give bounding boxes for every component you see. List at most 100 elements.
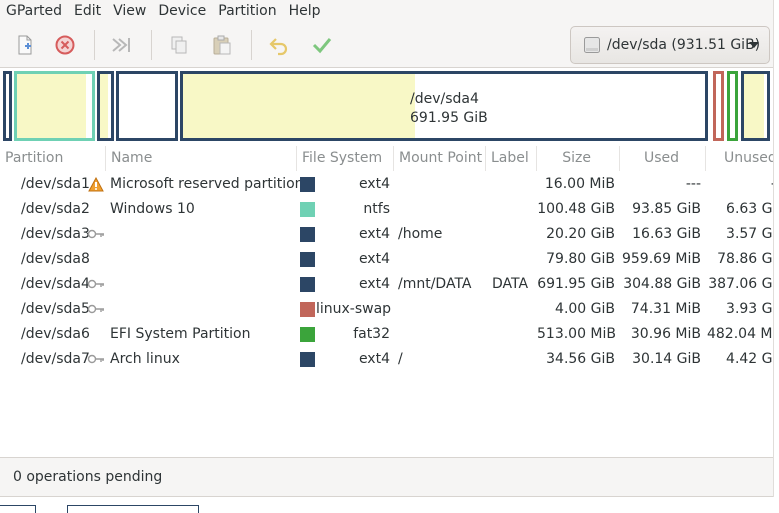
menu-device[interactable]: Device: [152, 0, 212, 22]
table-row[interactable]: /dev/sda8 ext4 79.80 GiB 959.69 MiB 78.86 Gi…: [0, 247, 773, 272]
used-space-fill: [17, 74, 86, 138]
partition-used: 30.96 MiB: [630, 326, 701, 342]
document-new-icon: [18, 35, 32, 55]
column-header-unused[interactable]: Unused: [706, 146, 773, 171]
table-row[interactable]: /dev/sda6 EFI System Partition fat32 513.00…: [0, 322, 773, 347]
menu-help[interactable]: Help: [283, 0, 327, 22]
filesystem-type: ext4: [358, 176, 390, 192]
filesystem-type: ext4: [358, 226, 390, 242]
warning-icon: [88, 177, 104, 192]
toolbar-separator: [151, 30, 152, 60]
column-header-size[interactable]: Size: [537, 146, 620, 171]
status-bar: 0 operations pending: [0, 457, 773, 497]
paste-icon: [213, 35, 231, 55]
table-row[interactable]: /dev/sda3 ext4/home 20.20 GiB 16.63 GiB 3.57…: [0, 222, 773, 247]
column-header-name[interactable]: Name: [106, 146, 297, 171]
filesystem-color-swatch: [300, 352, 315, 367]
key-icon: [87, 304, 104, 314]
table-row[interactable]: /dev/sda2 Windows 10 ntfs 100.48 GiB 93.85 G…: [0, 197, 773, 222]
diskmap-segment-sda1[interactable]: [3, 71, 12, 141]
partition-used: ---: [685, 176, 701, 192]
diskmap-segment-sda8[interactable]: [116, 71, 178, 141]
selected-partition-name: /dev/sda4: [410, 91, 479, 107]
partition-size: 34.56 GiB: [546, 351, 615, 367]
partition-name: Windows 10: [110, 201, 195, 217]
partition-used: 304.88 GiB: [623, 276, 701, 292]
menu-partition[interactable]: Partition: [212, 0, 282, 22]
selected-partition-info: /dev/sda4 691.95 GiB: [410, 90, 488, 128]
column-header-partition[interactable]: Partition: [0, 146, 106, 171]
diskmap-segment-sda4[interactable]: /dev/sda4 691.95 GiB: [180, 71, 708, 141]
table-header: Partition Name File System Mount Point L…: [0, 146, 773, 171]
diskmap-segment-sda2[interactable]: [14, 71, 95, 141]
copy-button[interactable]: [164, 30, 194, 60]
partition-label: DATA: [492, 276, 529, 292]
mount-point: /: [398, 351, 403, 367]
device-selector[interactable]: /dev/sda (931.51 GiB): [570, 26, 770, 64]
partition-path: /dev/sda4: [21, 276, 90, 292]
partition-unused: 3.93 GiB: [726, 301, 773, 317]
delete-circle-icon: [55, 35, 75, 55]
toolbar-separator: [251, 30, 252, 60]
filesystem-type: ntfs: [363, 201, 390, 217]
diskmap-segment-sda7[interactable]: [741, 71, 770, 141]
operations-pending-text: 0 operations pending: [13, 469, 163, 485]
filesystem-type: ext4: [358, 251, 390, 267]
partition-path: /dev/sda5: [21, 301, 90, 317]
diskmap-segment-sda5[interactable]: [713, 71, 724, 141]
filesystem-color-swatch: [300, 177, 315, 192]
new-partition-button[interactable]: [10, 30, 40, 60]
diskmap-segment-sda3[interactable]: [97, 71, 114, 141]
partition-unused: 6.63 GiB: [726, 201, 773, 217]
partition-path: /dev/sda2: [21, 201, 90, 217]
filesystem-color-swatch: [300, 227, 315, 242]
partition-name: EFI System Partition: [110, 326, 251, 342]
column-header-filesystem[interactable]: File System: [297, 146, 394, 171]
paste-button[interactable]: [207, 30, 237, 60]
partition-size: 79.80 GiB: [546, 251, 615, 267]
partition-unused: 3.57 GiB: [726, 226, 773, 242]
partition-used: 74.31 MiB: [630, 301, 701, 317]
menu-view[interactable]: View: [107, 0, 152, 22]
selected-partition-size: 691.95 GiB: [410, 110, 488, 126]
partition-path: /dev/sda3: [21, 226, 90, 242]
filesystem-color-swatch: [300, 277, 315, 292]
diskmap-segment-sda6[interactable]: [727, 71, 738, 141]
filesystem-type: ext4: [358, 276, 390, 292]
checkmark-icon: [312, 38, 332, 54]
table-row[interactable]: /dev/sda7 Arch linux ext4 / 34.56 GiB 30.14 G…: [0, 347, 773, 372]
partition-used: 959.69 MiB: [621, 251, 701, 267]
copy-icon: [171, 36, 187, 54]
toolbar-separator: [94, 30, 95, 60]
table-row[interactable]: /dev/sda1 Microsoft reserved partition ext…: [0, 172, 773, 197]
column-header-label[interactable]: Label: [486, 146, 537, 171]
partition-size: 4.00 GiB: [555, 301, 615, 317]
filesystem-color-swatch: [300, 202, 315, 217]
mount-point: /home: [398, 226, 443, 242]
resize-move-button[interactable]: [107, 30, 137, 60]
bottom-strip: [0, 497, 779, 513]
delete-partition-button[interactable]: [50, 30, 80, 60]
partition-path: /dev/sda1: [21, 176, 90, 192]
menubar: GParted Edit View Device Partition Help: [0, 0, 773, 22]
partition-size: 691.95 GiB: [537, 276, 615, 292]
chevron-down-icon: [749, 42, 759, 48]
partition-size: 100.48 GiB: [537, 201, 615, 217]
used-space-fill: [100, 74, 108, 138]
apply-button[interactable]: [307, 30, 337, 60]
table-row[interactable]: /dev/sda5 linux-swap 4.00 GiB 74.31 MiB 3.93…: [0, 297, 773, 322]
column-header-mountpoint[interactable]: Mount Point: [394, 146, 486, 171]
filesystem-type: linux-swap: [316, 301, 392, 317]
menu-gparted[interactable]: GParted: [0, 0, 68, 22]
partition-unused: 4.42 GiB: [726, 351, 773, 367]
undo-button[interactable]: [264, 30, 294, 60]
filesystem-color-swatch: [300, 327, 315, 342]
menu-edit[interactable]: Edit: [68, 0, 107, 22]
table-row[interactable]: /dev/sda4 ext4/mnt/DATA DATA 691.95 GiB 304.…: [0, 272, 773, 297]
partition-used: 30.14 GiB: [632, 351, 701, 367]
column-header-used[interactable]: Used: [620, 146, 706, 171]
key-icon: [87, 229, 104, 239]
key-icon: [87, 279, 104, 289]
resize-arrow-icon: [112, 38, 130, 52]
partition-size: 16.00 MiB: [544, 176, 615, 192]
